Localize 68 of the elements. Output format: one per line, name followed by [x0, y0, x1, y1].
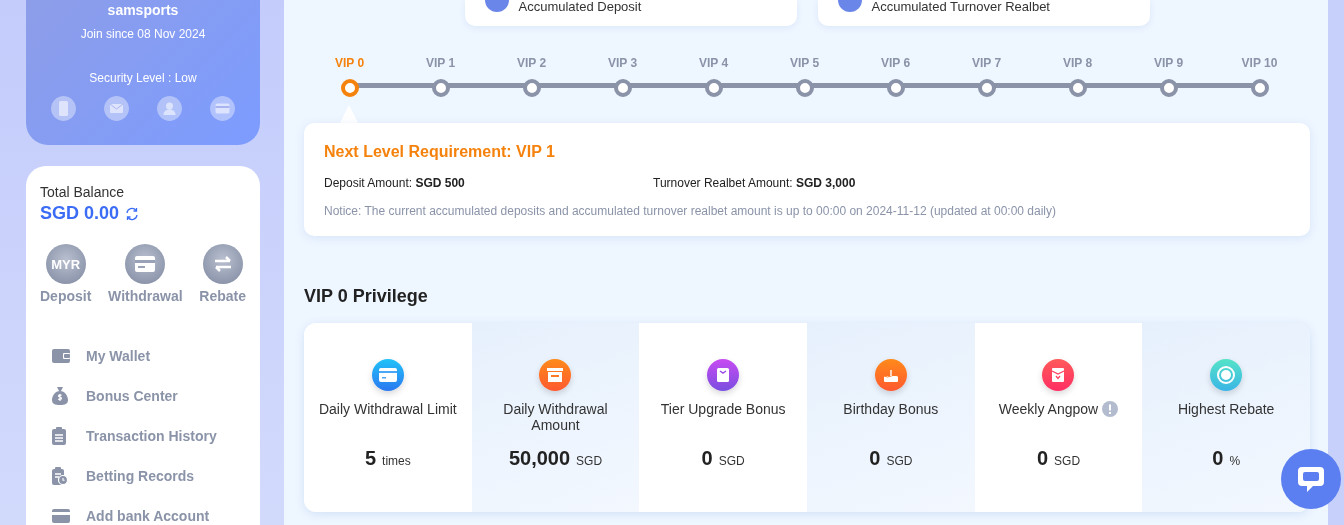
total-balance-label: Total Balance	[40, 184, 126, 200]
privilege-value: 0	[869, 447, 881, 470]
privilege-unit: SGD	[718, 454, 745, 468]
vip-level-step[interactable]: VIP 4	[668, 56, 759, 97]
menu-item[interactable]: Transaction History	[52, 426, 246, 446]
vip-level-step[interactable]: VIP 1	[395, 56, 486, 97]
box-icon	[539, 359, 572, 391]
stat-icon	[484, 0, 509, 12]
vip-level-step[interactable]: VIP 0	[304, 56, 395, 97]
cake-icon	[874, 359, 907, 391]
privilege-value: 0	[701, 447, 713, 470]
vip-level-step[interactable]: VIP 7	[941, 56, 1032, 97]
chat-bubble-icon	[1296, 464, 1326, 494]
privilege-unit: SGD	[1054, 454, 1081, 468]
swap-arrows-icon	[212, 256, 233, 272]
privilege-value: 0	[1036, 447, 1049, 470]
card-icon[interactable]	[210, 96, 235, 121]
gift-icon	[707, 359, 740, 391]
privilege-label: Daily Withdrawal Limit	[318, 401, 457, 417]
clipboard-icon	[52, 427, 66, 445]
mail-icon[interactable]	[104, 96, 129, 121]
vip-level-step[interactable]: VIP 10	[1214, 56, 1305, 97]
receipt-clock-icon	[52, 467, 68, 485]
section-title: VIP 0 Privilege	[304, 286, 429, 307]
deposit-requirement: Deposit Amount: SGD 500	[324, 176, 466, 190]
menu-item[interactable]: Bonus Center	[52, 386, 246, 406]
balance-amount: SGD 0.00	[40, 203, 120, 224]
privilege-value: 50,000	[508, 447, 571, 470]
requirement-title: Next Level Requirement: VIP 1	[324, 143, 556, 161]
security-level: Security Level : Low	[89, 71, 197, 85]
card-icon	[135, 256, 156, 272]
privilege-value: 5	[364, 447, 377, 470]
user-icon[interactable]	[157, 96, 182, 121]
username: samsports	[107, 2, 179, 18]
privilege-label: Weekly Angpow	[998, 401, 1099, 417]
menu-item[interactable]: Add bank Account	[52, 506, 246, 525]
notice-text: Notice: The current accumulated deposits and accumulated turnover realbet amount is up to 00:00 on 2024-11-12 (updated at 00:00 daily)	[324, 204, 1057, 218]
envelope-icon	[1042, 359, 1075, 391]
privilege-unit: times	[382, 454, 411, 468]
vip-level-step[interactable]: VIP 6	[850, 56, 941, 97]
join-date: Join since 08 Nov 2024	[80, 27, 206, 41]
phone-icon[interactable]	[51, 96, 76, 121]
privilege-unit: %	[1229, 454, 1241, 468]
privilege-label: Birthday Bonus	[843, 401, 939, 417]
stat-label: Accumulated Deposit	[518, 0, 642, 14]
vip-level-step[interactable]: VIP 5	[759, 56, 850, 97]
menu-item[interactable]: Betting Records	[52, 466, 246, 486]
refresh-icon[interactable]	[125, 206, 140, 221]
privilege-unit: SGD	[576, 454, 603, 468]
wallet-icon	[52, 349, 70, 363]
privilege-unit: SGD	[886, 454, 913, 468]
vip-level-step[interactable]: VIP 3	[577, 56, 668, 97]
withdrawal-button[interactable]: Withdrawal	[108, 244, 183, 304]
money-bag-icon	[52, 387, 68, 405]
privilege-label: Highest Rebate	[1177, 401, 1275, 417]
privilege-value: 0	[1212, 447, 1224, 470]
vip-level-step[interactable]: VIP 2	[486, 56, 577, 97]
vip-level-step[interactable]: VIP 9	[1123, 56, 1214, 97]
menu-item[interactable]: My Wallet	[52, 346, 246, 366]
privilege-label: Daily Withdrawal Amount	[502, 401, 609, 433]
privilege-label: Tier Upgrade Bonus	[660, 401, 786, 417]
coin-cycle-icon	[1210, 359, 1243, 391]
stat-icon	[837, 0, 862, 12]
info-icon[interactable]	[1102, 401, 1119, 417]
vip-level-step[interactable]: VIP 8	[1032, 56, 1123, 97]
stat-label: Accumulated Turnover Realbet	[871, 0, 1050, 14]
card-icon	[371, 359, 404, 391]
turnover-requirement: Turnover Realbet Amount: SGD 3,000	[653, 176, 857, 190]
